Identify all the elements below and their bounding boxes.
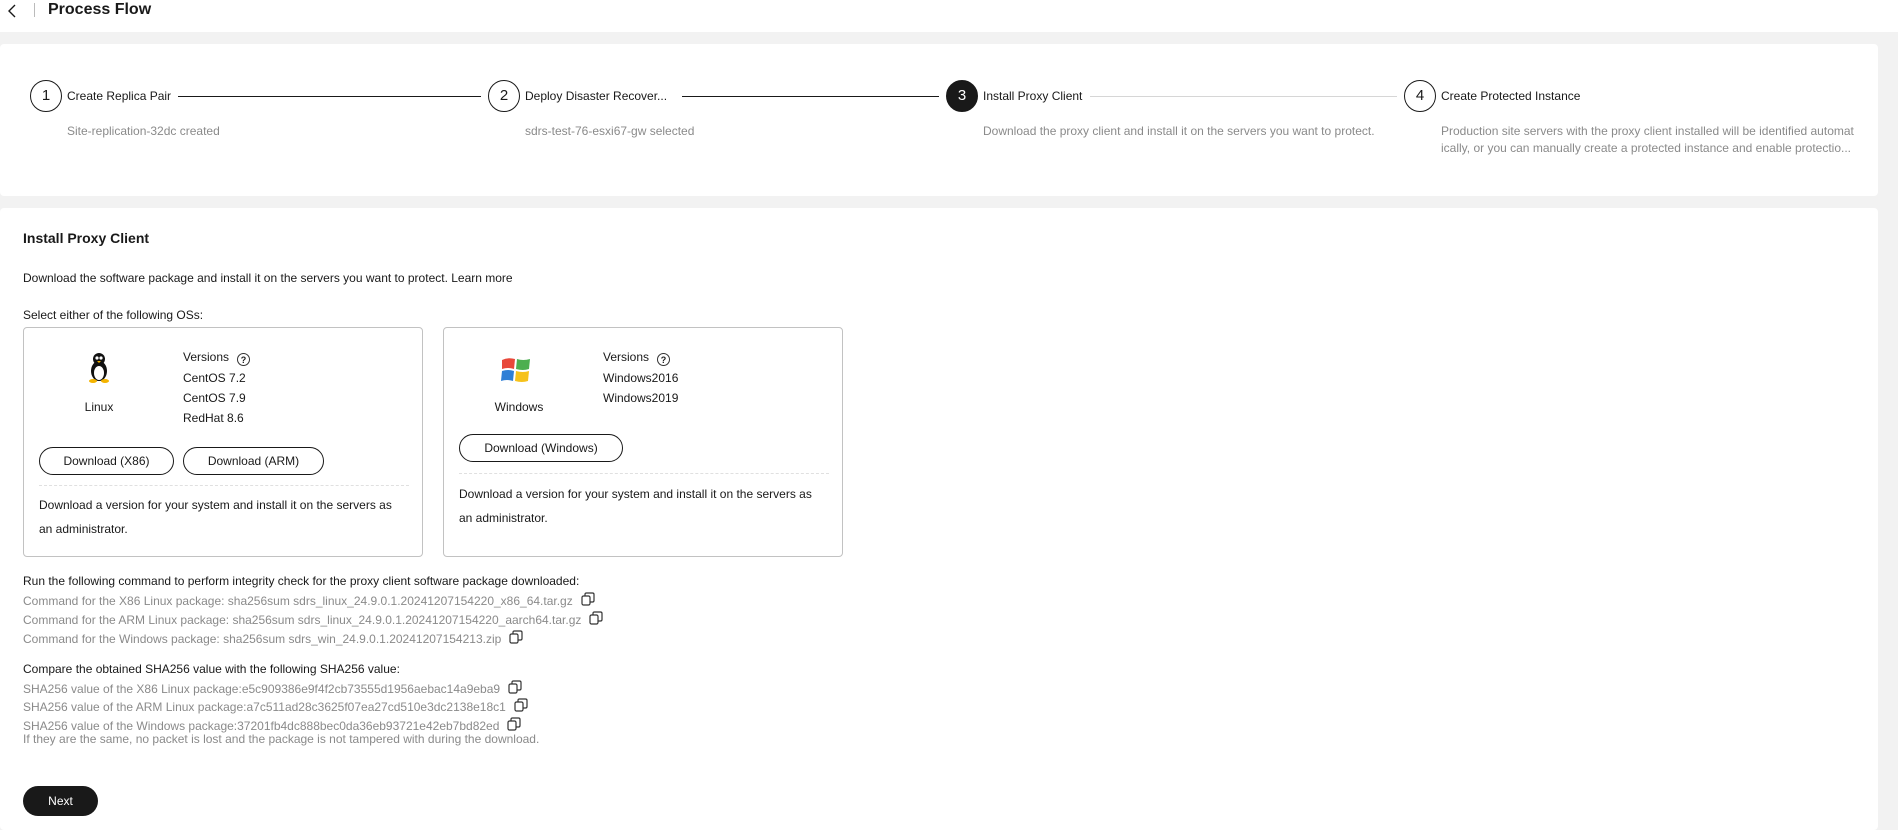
step-connector-1 [178,96,481,97]
copy-icon[interactable] [508,680,522,694]
copy-icon[interactable] [581,592,595,606]
download-x86-button[interactable]: Download (X86) [39,447,174,475]
command-x86: Command for the X86 Linux package: sha25… [23,592,595,608]
linux-note-line1: Download a version for your system and i… [39,498,392,512]
windows-versions-title: Versions? [603,350,671,366]
step-connector-2 [682,96,939,97]
linux-version-3: RedHat 8.6 [183,411,244,425]
command-arm: Command for the ARM Linux package: sha25… [23,611,603,627]
command-win: Command for the Windows package: sha256s… [23,630,523,646]
back-arrow-icon[interactable] [6,2,22,20]
linux-versions-title: Versions? [183,350,251,366]
sha-x86: SHA256 value of the X86 Linux package:e5… [23,680,522,696]
linux-version-2: CentOS 7.9 [183,391,246,405]
linux-versions-label: Versions [183,350,230,364]
copy-icon[interactable] [507,717,521,731]
step-1-desc: Site-replication-32dc created [67,124,220,138]
header-divider [34,3,35,17]
step-3-label: Install Proxy Client [983,89,1083,103]
sha-x86-text: SHA256 value of the X86 Linux package:e5… [23,682,501,696]
linux-icon [84,351,114,383]
windows-note-line2: an administrator. [459,511,548,525]
step-connector-3 [1090,96,1397,97]
intro-text: Download the software package and instal… [23,271,513,285]
section-heading: Install Proxy Client [23,230,150,246]
step-4-desc-line2: ically, or you can manually create a pro… [1441,141,1852,155]
sha-arm-text: SHA256 value of the ARM Linux package:a7… [23,700,506,714]
page-header: Process Flow [0,0,1898,32]
card-divider [459,473,829,474]
copy-icon[interactable] [589,611,603,625]
process-stepper: 1 Create Replica Pair Site-replication-3… [0,44,1878,196]
windows-versions-label: Versions [603,350,650,364]
step-1-number: 1 [30,80,62,112]
linux-version-1: CentOS 7.2 [183,371,246,385]
page-title: Process Flow [48,1,152,18]
command-arm-text: Command for the ARM Linux package: sha25… [23,613,582,627]
windows-version-1: Windows2016 [603,371,679,385]
sha-arm: SHA256 value of the ARM Linux package:a7… [23,698,528,714]
install-proxy-panel: Install Proxy Client Download the softwa… [0,208,1878,830]
help-icon[interactable]: ? [237,353,251,366]
windows-label: Windows [494,400,544,414]
step-1-label: Create Replica Pair [67,89,172,103]
step-2-desc: sdrs-test-76-esxi67-gw selected [525,124,695,138]
sha-win: SHA256 value of the Windows package:3720… [23,717,521,733]
windows-note-line1: Download a version for your system and i… [459,487,812,501]
copy-icon[interactable] [514,698,528,712]
step-2-label: Deploy Disaster Recover... [525,89,668,103]
linux-note-line2: an administrator. [39,522,128,536]
commands-title: Run the following command to perform int… [23,574,580,588]
step-3-number: 3 [946,80,978,112]
sha-win-text: SHA256 value of the Windows package:3720… [23,719,500,733]
command-x86-text: Command for the X86 Linux package: sha25… [23,594,573,608]
select-os-text: Select either of the following OSs: [23,308,204,322]
windows-version-2: Windows2019 [603,391,679,405]
step-2-number: 2 [488,80,520,112]
download-windows-button[interactable]: Download (Windows) [459,434,623,462]
windows-card: Windows Versions? Windows2016 Windows201… [443,327,843,557]
linux-label: Linux [84,400,114,414]
sha-note: If they are the same, no packet is lost … [23,732,540,746]
step-4-label: Create Protected Instance [1441,89,1581,103]
next-button[interactable]: Next [23,786,98,816]
copy-icon[interactable] [509,630,523,644]
step-4-number: 4 [1404,80,1436,112]
linux-card: Linux Versions? CentOS 7.2 CentOS 7.9 Re… [23,327,423,557]
command-win-text: Command for the Windows package: sha256s… [23,632,502,646]
step-4-desc-line1: Production site servers with the proxy c… [1441,124,1854,138]
help-icon[interactable]: ? [657,353,671,366]
card-divider [39,485,409,486]
step-3-desc: Download the proxy client and install it… [983,124,1375,138]
windows-icon [500,354,532,386]
sha-title: Compare the obtained SHA256 value with t… [23,662,400,676]
download-arm-button[interactable]: Download (ARM) [183,447,324,475]
